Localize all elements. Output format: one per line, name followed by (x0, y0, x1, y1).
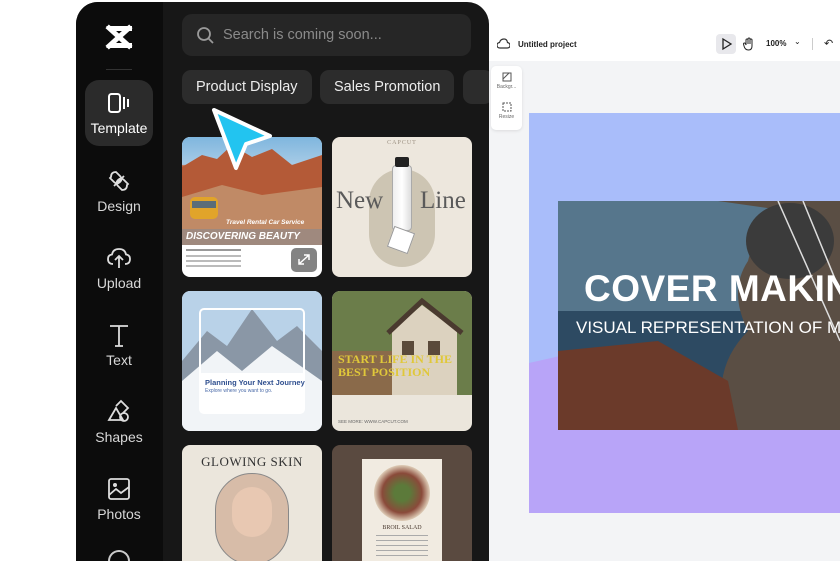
card-word-right: Line (420, 187, 466, 214)
card-title: DISCOVERING BEAUTY (182, 229, 322, 245)
card-title: START LIFE IN THE BEST POSITION (338, 352, 452, 379)
template-card-start-life[interactable]: START LIFE IN THE BEST POSITION SEE MORE… (332, 291, 472, 431)
face-shape (232, 487, 272, 537)
photo-image (558, 201, 840, 430)
background-tool-button[interactable]: Backgr... (491, 72, 522, 90)
rail-item-design[interactable]: Design (85, 158, 153, 224)
photos-icon (108, 478, 130, 500)
card-subtitle: Travel Rental Car Service (226, 219, 305, 226)
card-title: GLOWING SKIN (201, 454, 303, 469)
pointer-cursor-icon (210, 106, 274, 172)
card-title: Planning Your Next Journey (205, 378, 305, 387)
rail-item-text[interactable]: Text (85, 312, 153, 378)
card-more-link: SEE MORE: WWW.CAPCUT.COM (338, 419, 408, 424)
template-icon (108, 93, 129, 113)
capcut-logo-icon[interactable] (103, 22, 135, 52)
rail-item-label: Text (106, 352, 132, 368)
expand-icon[interactable] (291, 248, 317, 272)
upload-cloud-icon (107, 248, 131, 268)
search-icon (197, 26, 214, 44)
template-panel: Search is coming soon... Product Display… (163, 2, 489, 561)
chip-label: Product Display (196, 79, 298, 95)
template-card-broil-salad[interactable]: BROIL SALAD (332, 445, 472, 561)
resize-icon (502, 102, 511, 112)
rail-item-label: Template (90, 120, 148, 136)
rail-item-label: Design (97, 198, 141, 214)
tool-label: Resize (498, 114, 515, 120)
rail-item-label: Photos (97, 506, 141, 522)
card-text-lines (186, 249, 241, 251)
rail-item-label: Shapes (95, 429, 143, 445)
zoom-level[interactable]: 100% (766, 39, 786, 48)
menu-lines (376, 535, 428, 536)
canvas-heading[interactable]: COVER MAKIN (584, 268, 840, 310)
salad-plate (374, 465, 430, 521)
rail-item-shapes[interactable]: Shapes (85, 389, 153, 455)
chevron-down-icon[interactable]: ⌄ (794, 37, 801, 46)
left-rail: Template Design Upload Text Shapes Photo… (76, 2, 163, 561)
template-card-new-line[interactable]: CAPCUT New Line (332, 137, 472, 277)
rail-item-label: Upload (96, 275, 142, 291)
more-rail-icon[interactable] (108, 550, 130, 561)
text-icon (110, 325, 128, 347)
pointer-icon (722, 37, 733, 51)
design-icon (108, 171, 130, 191)
rail-divider (106, 69, 132, 70)
search-input[interactable]: Search is coming soon... (182, 14, 471, 56)
chip-more[interactable] (463, 70, 489, 104)
shapes-icon (107, 399, 130, 422)
topbar-divider (812, 38, 813, 50)
side-tool-panel: Backgr... Resize (491, 66, 522, 130)
project-title[interactable]: Untitled project (518, 40, 577, 49)
capcut-app-panel: Template Design Upload Text Shapes Photo… (76, 2, 489, 561)
chip-product-display[interactable]: Product Display (182, 70, 312, 104)
rail-item-photos[interactable]: Photos (85, 466, 153, 532)
chip-label: Sales Promotion (334, 79, 441, 95)
canvas-subheading[interactable]: VISUAL REPRESENTATION OF M (576, 318, 840, 338)
cover-photo[interactable] (558, 201, 840, 430)
card-title: BROIL SALAD (382, 525, 422, 531)
select-tool-button[interactable] (716, 34, 736, 54)
card-brand: CAPCUT (387, 140, 417, 146)
tool-label: Backgr... (496, 84, 517, 90)
bottle-cap (395, 157, 409, 167)
resize-tool-button[interactable]: Resize (491, 102, 522, 120)
card-word-left: New (336, 187, 384, 214)
card-image (332, 291, 472, 395)
chip-sales-promotion[interactable]: Sales Promotion (320, 70, 455, 104)
cloud-icon[interactable] (497, 38, 510, 50)
rail-item-template[interactable]: Template (85, 80, 153, 146)
undo-icon[interactable]: ↶ (824, 37, 833, 50)
template-card-glowing-skin[interactable]: GLOWING SKIN (182, 445, 322, 561)
bottle-shape (392, 165, 412, 231)
editor-area: Untitled project 100% ⌄ ↶ Backgr... Resi… (489, 27, 840, 561)
card-subtitle: Explore where you want to go. (205, 388, 273, 394)
background-icon (502, 72, 511, 82)
search-placeholder: Search is coming soon... (223, 27, 382, 43)
rail-item-upload[interactable]: Upload (85, 235, 153, 301)
editor-topbar: Untitled project 100% ⌄ ↶ (489, 27, 840, 61)
hand-icon[interactable] (742, 37, 756, 51)
template-card-journey[interactable]: Planning Your Next Journey Explore where… (182, 291, 322, 431)
